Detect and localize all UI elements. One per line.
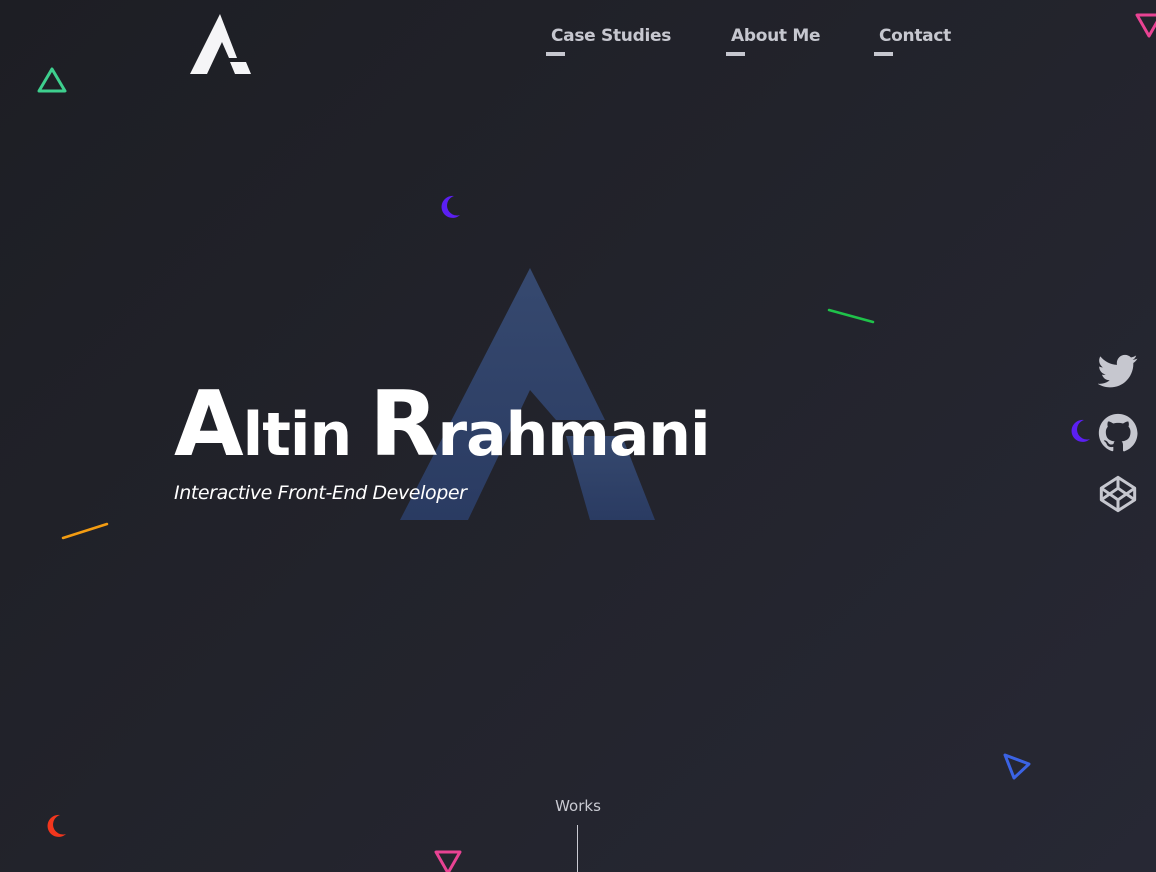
hero-subtitle: Interactive Front-End Developer [174,482,467,504]
hero-first-rest: ltin [242,400,353,470]
hero-first-initial: A [174,372,244,477]
line-shape [827,308,875,324]
twitter-icon[interactable] [1098,351,1138,391]
hero-name: Altin Rrahmani [174,380,711,470]
moon-shape [441,195,460,218]
triangle-shape [434,850,462,872]
logo[interactable] [190,14,252,74]
nav-underline [874,52,893,56]
nav-case-studies[interactable]: Case Studies [546,26,671,56]
hero-last-initial: R [369,372,438,477]
moon-shape [47,814,66,837]
scroll-line [577,825,578,872]
codepen-icon[interactable] [1098,474,1138,514]
page: Case Studies About Me Contact Altin Rrahm… [0,0,1156,872]
nav-about-me[interactable]: About Me [726,26,821,56]
triangle-shape [37,67,67,93]
nav-contact-label: Contact [879,26,951,46]
triangle-shape [1003,753,1031,780]
nav-underline [726,52,745,56]
github-icon[interactable] [1098,413,1138,453]
nav-contact[interactable]: Contact [874,26,951,56]
triangle-shape [1135,13,1156,38]
moon-shape [1071,419,1090,442]
line-shape [61,522,109,540]
hero-last-rest: rahmani [437,400,711,470]
nav-case-studies-label: Case Studies [551,26,672,46]
nav-about-me-label: About Me [731,26,821,46]
nav-underline [546,52,565,56]
works-link[interactable]: Works [0,797,1156,815]
